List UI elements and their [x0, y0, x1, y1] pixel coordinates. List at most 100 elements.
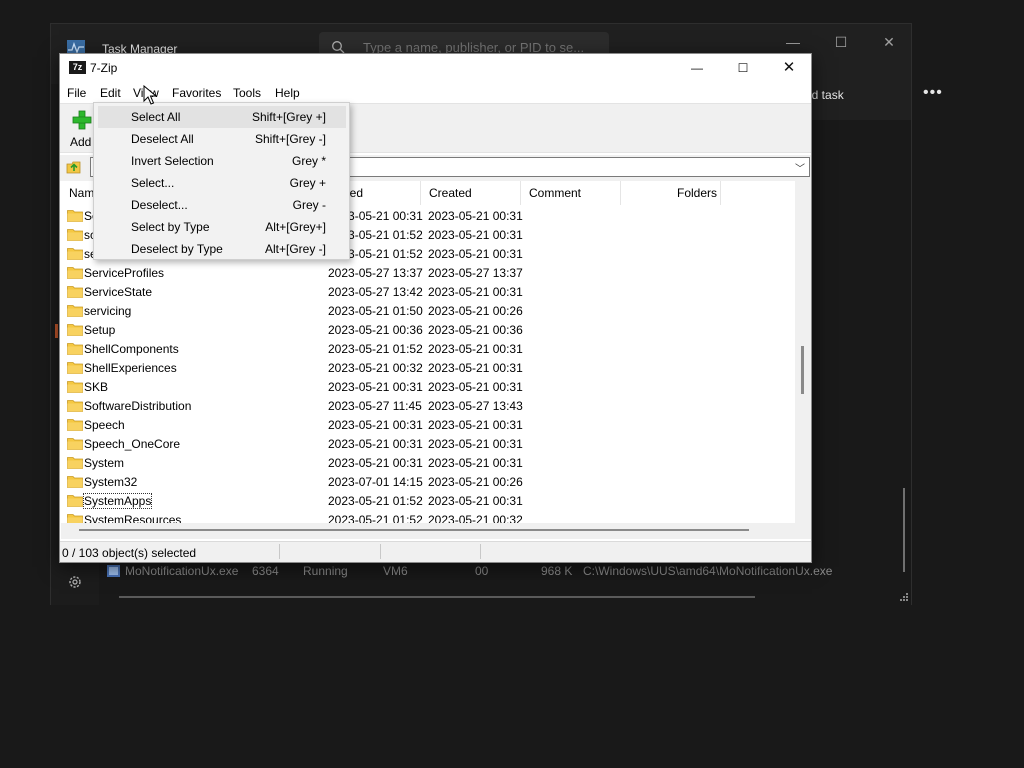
status-bar: 0 / 103 object(s) selected	[60, 541, 811, 562]
file-name: SKB	[84, 380, 109, 394]
file-created: 2023-05-21 00:26	[428, 304, 523, 318]
column-header-comment[interactable]: Comment	[521, 181, 621, 205]
menu-item-shortcut: Alt+[Grey+]	[265, 220, 326, 234]
column-header-folders[interactable]: Folders	[621, 181, 721, 205]
file-modified: 2023-05-21 00:36	[328, 323, 423, 337]
process-row[interactable]: MoNotificationUx.exe 6364 Running VM6 00…	[107, 564, 867, 580]
more-options-button[interactable]: •••	[923, 84, 943, 102]
process-memory: 968 K	[541, 564, 573, 578]
file-row[interactable]: System 2023-05-21 00:31 2023-05-21 00:31	[61, 454, 795, 473]
menu-item-label: Deselect...	[131, 198, 188, 212]
status-divider	[380, 544, 381, 559]
menu-item-label: Select All	[131, 110, 181, 124]
file-created: 2023-05-21 00:26	[428, 475, 523, 489]
file-row[interactable]: Speech 2023-05-21 00:31 2023-05-21 00:31	[61, 416, 795, 435]
file-modified: 2023-05-21 01:52	[328, 513, 423, 523]
folder-icon	[67, 305, 83, 317]
settings-gear-icon[interactable]	[67, 574, 83, 590]
file-row[interactable]: ShellComponents 2023-05-21 01:52 2023-05-2…	[61, 340, 795, 359]
edit-menu-item-invert-selection[interactable]: Invert Selection Grey *	[98, 150, 346, 172]
file-name: SystemResources	[84, 513, 182, 523]
process-app-icon	[107, 565, 120, 577]
tm-close-button[interactable]: ✕	[869, 30, 909, 54]
file-name: System	[84, 456, 125, 470]
menu-item-shortcut: Grey *	[291, 154, 326, 168]
edit-menu-item-deselect[interactable]: Deselect... Grey -	[98, 194, 346, 216]
file-row[interactable]: servicing 2023-05-21 01:50 2023-05-21 00:2…	[61, 302, 795, 321]
file-created: 2023-05-21 00:31	[428, 342, 523, 356]
close-button[interactable]: ✕	[766, 54, 812, 82]
menu-file[interactable]: File	[67, 86, 86, 100]
file-name: SoftwareDistribution	[84, 399, 192, 413]
folder-icon	[67, 438, 83, 450]
file-created: 2023-05-21 00:31	[428, 247, 523, 261]
column-header-created[interactable]: Created	[421, 181, 521, 205]
menu-help[interactable]: Help	[275, 86, 300, 100]
file-name: Speech_OneCore	[84, 437, 181, 451]
menu-item-shortcut: Shift+[Grey -]	[254, 132, 326, 146]
edit-menu-item-select[interactable]: Select... Grey +	[98, 172, 346, 194]
vertical-scroll-thumb[interactable]	[801, 346, 804, 394]
tm-horizontal-scrollbar[interactable]	[119, 596, 755, 598]
file-modified: 2023-05-27 11:45	[328, 399, 422, 413]
add-button-label: Add	[70, 135, 92, 149]
file-row[interactable]: SystemResources 2023-05-21 01:52 2023-05-2…	[61, 511, 795, 523]
file-modified: 2023-07-01 14:15	[328, 475, 423, 489]
folder-up-icon[interactable]	[66, 159, 82, 175]
task-manager-logo-icon	[67, 40, 85, 54]
7zip-titlebar[interactable]: 7z 7-Zip — ☐ ✕	[60, 54, 811, 83]
vertical-scrollbar[interactable]	[795, 181, 811, 523]
file-created: 2023-05-21 00:31	[428, 437, 523, 451]
file-row[interactable]: Setup 2023-05-21 00:36 2023-05-21 00:36	[61, 321, 795, 340]
folder-icon	[67, 457, 83, 469]
edit-menu-item-deselect-all[interactable]: Deselect All Shift+[Grey -]	[98, 128, 346, 150]
file-name: System32	[84, 475, 138, 489]
menu-item-label: Select by Type	[131, 220, 210, 234]
file-created: 2023-05-21 00:31	[428, 456, 523, 470]
process-command-line: C:\Windows\UUS\amd64\MoNotificationUx.ex…	[583, 564, 833, 578]
file-created: 2023-05-27 13:37	[428, 266, 523, 280]
edit-menu-item-select-all[interactable]: Select All Shift+[Grey +]	[98, 106, 346, 128]
file-row[interactable]: Speech_OneCore 2023-05-21 00:31 2023-05-21…	[61, 435, 795, 454]
add-plus-icon	[72, 110, 92, 130]
menu-favorites[interactable]: Favorites	[172, 86, 221, 100]
tm-vertical-scrollbar[interactable]	[903, 488, 905, 572]
horizontal-scrollbar[interactable]	[61, 523, 811, 539]
menu-item-label: Invert Selection	[131, 154, 214, 168]
file-row[interactable]: System32 2023-07-01 14:15 2023-05-21 00:26	[61, 473, 795, 492]
7zip-app-icon: 7z	[69, 61, 86, 74]
file-name: ShellExperiences	[84, 361, 177, 375]
menu-item-shortcut: Shift+[Grey +]	[251, 110, 326, 124]
folder-icon	[67, 210, 83, 222]
file-name: ShellComponents	[84, 342, 179, 356]
folder-icon	[67, 362, 83, 374]
file-created: 2023-05-21 00:31	[428, 285, 523, 299]
edit-menu-item-deselect-by-type[interactable]: Deselect by Type Alt+[Grey -]	[98, 238, 346, 260]
horizontal-scroll-thumb[interactable]	[79, 529, 749, 531]
file-created: 2023-05-21 00:31	[428, 494, 523, 508]
file-row[interactable]: ShellExperiences 2023-05-21 00:32 2023-05-…	[61, 359, 795, 378]
resize-grip-icon[interactable]	[899, 592, 909, 602]
menu-tools[interactable]: Tools	[233, 86, 261, 100]
window-title: 7-Zip	[90, 61, 118, 75]
file-row[interactable]: SoftwareDistribution 2023-05-27 11:45 2023…	[61, 397, 795, 416]
edit-menu-item-select-by-type[interactable]: Select by Type Alt+[Grey+]	[98, 216, 346, 238]
tm-maximize-button[interactable]: ☐	[821, 30, 861, 54]
folder-icon	[67, 400, 83, 412]
menu-bar: File Edit View Favorites Tools Help	[60, 83, 811, 103]
menu-edit[interactable]: Edit	[100, 86, 121, 100]
minimize-button[interactable]: —	[674, 54, 720, 82]
file-row[interactable]: ServiceProfiles 2023-05-27 13:37 2023-05-2…	[61, 264, 795, 283]
file-modified: 2023-05-27 13:42	[328, 285, 423, 299]
maximize-button[interactable]: ☐	[720, 54, 766, 82]
folder-icon	[67, 343, 83, 355]
file-row[interactable]: SKB 2023-05-21 00:31 2023-05-21 00:31	[61, 378, 795, 397]
file-created: 2023-05-21 00:31	[428, 380, 523, 394]
chevron-down-icon[interactable]: ﹀	[795, 160, 805, 175]
tm-minimize-button[interactable]: —	[773, 30, 813, 54]
status-divider	[279, 544, 280, 559]
file-modified: 2023-05-21 00:31	[328, 437, 423, 451]
file-row[interactable]: SystemApps 2023-05-21 01:52 2023-05-21 00:…	[61, 492, 795, 511]
file-row[interactable]: ServiceState 2023-05-27 13:42 2023-05-21 0…	[61, 283, 795, 302]
file-created: 2023-05-21 00:31	[428, 361, 523, 375]
